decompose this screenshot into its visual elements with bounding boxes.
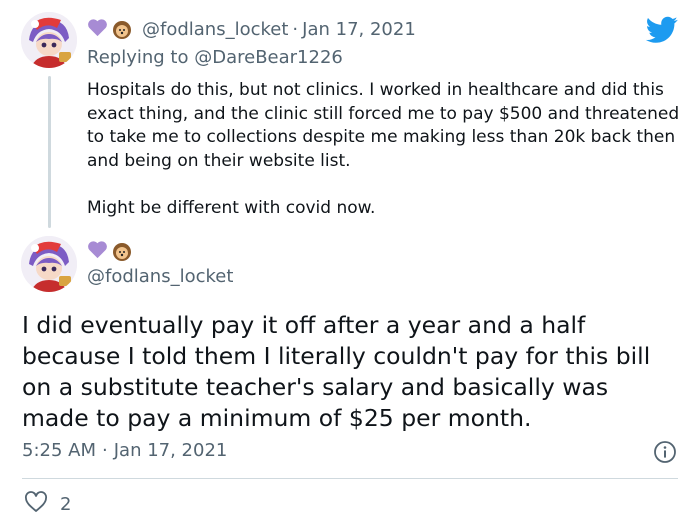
replying-to-handle[interactable]: @DareBear1226 — [194, 47, 343, 68]
divider — [22, 478, 678, 479]
reply-paragraph-1: Hospitals do this, but not clinics. I wo… — [87, 80, 680, 171]
purple-heart-icon — [87, 240, 108, 263]
timestamp-row: 5:25 AM · Jan 17, 2021 — [22, 440, 227, 461]
author-handle[interactable]: @fodlans_locket — [87, 266, 233, 287]
hedgehog-icon — [112, 20, 132, 40]
avatar[interactable] — [21, 236, 77, 292]
tweet-time[interactable]: 5:25 AM — [22, 440, 96, 461]
thread-line — [48, 76, 51, 228]
meta-separator: · — [292, 19, 299, 40]
like-count: 2 — [60, 493, 72, 515]
like-action[interactable]: 2 — [24, 491, 71, 517]
avatar[interactable] — [21, 12, 77, 68]
tweet-date[interactable]: Jan 17, 2021 — [302, 19, 416, 40]
reply-tweet-text: Hospitals do this, but not clinics. I wo… — [87, 79, 687, 221]
main-tweet-text: I did eventually pay it off after a year… — [22, 311, 651, 432]
twitter-bird-icon[interactable] — [645, 16, 678, 48]
author-row: @fodlans_locket · Jan 17, 2021 — [87, 18, 416, 41]
info-icon[interactable] — [653, 440, 677, 468]
avatar-image — [21, 12, 77, 68]
purple-heart-icon — [87, 18, 108, 41]
reply-paragraph-2: Might be different with covid now. — [87, 197, 376, 218]
tweet-date[interactable]: Jan 17, 2021 — [114, 440, 228, 461]
author-handle[interactable]: @fodlans_locket — [142, 19, 288, 40]
heart-outline-icon[interactable] — [24, 491, 48, 517]
avatar-image — [21, 236, 77, 292]
replying-to: Replying to @DareBear1226 — [87, 47, 343, 68]
hedgehog-icon — [112, 242, 132, 262]
badge-row — [87, 240, 132, 263]
replying-prefix: Replying to — [87, 47, 189, 68]
meta-separator: · — [102, 440, 108, 461]
